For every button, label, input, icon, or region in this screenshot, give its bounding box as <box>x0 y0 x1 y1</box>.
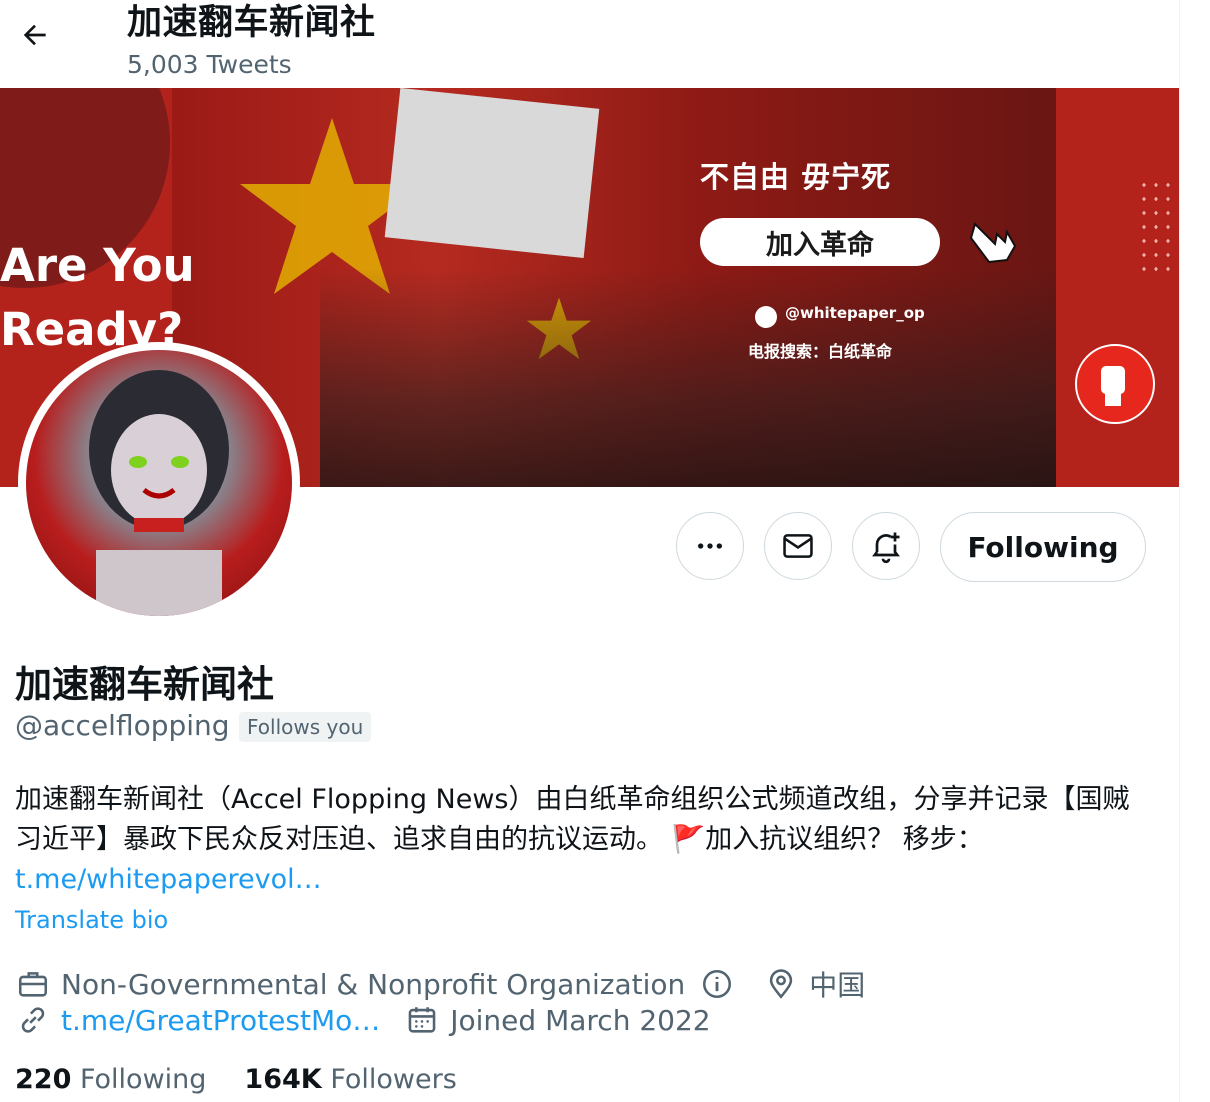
calendar-icon <box>404 1002 440 1038</box>
location-pin-icon <box>763 966 799 1002</box>
link-icon <box>15 1002 51 1038</box>
profile-name: 加速翻车新闻社 <box>15 663 274 706</box>
briefcase-icon <box>15 966 51 1002</box>
envelope-icon <box>783 534 813 558</box>
more-button[interactable] <box>676 512 744 580</box>
banner-headline-line1: Are You <box>0 239 195 292</box>
bio-text: 加速翻车新闻社（Accel Flopping News）由白纸革命组织公式频道改… <box>15 784 1130 855</box>
column-divider <box>1179 0 1180 1102</box>
info-icon[interactable] <box>699 966 735 1002</box>
banner-dots-decoration <box>1138 178 1178 278</box>
profile-bio: 加速翻车新闻社（Accel Flopping News）由白纸革命组织公式频道改… <box>15 780 1155 900</box>
more-dots-icon <box>698 543 722 549</box>
message-button[interactable] <box>764 512 832 580</box>
follows-you-badge: Follows you <box>239 712 372 742</box>
following-count: 220 <box>15 1064 72 1095</box>
following-label: Following <box>79 1064 207 1095</box>
followers-stat[interactable]: 164K Followers <box>244 1064 456 1095</box>
bell-plus-icon <box>872 532 900 564</box>
profile-location: 中国 <box>809 969 866 1002</box>
profile-website[interactable]: t.me/GreatProtestMo… <box>61 1004 380 1037</box>
following-stat[interactable]: 220 Following <box>15 1064 206 1095</box>
profile-meta-row-1: Non-Governmental & Nonprofit Organizatio… <box>15 964 865 1004</box>
banner-telegram: 电报搜索：白纸革命 <box>748 342 893 361</box>
profile-joined: Joined March 2022 <box>450 1003 711 1037</box>
profile-avatar[interactable] <box>18 342 300 624</box>
header-title: 加速翻车新闻社 <box>127 3 376 43</box>
following-button[interactable]: Following <box>940 512 1146 582</box>
profile-header: 加速翻车新闻社 5,003 Tweets <box>0 0 1179 88</box>
profile-handle: @accelflopping <box>15 709 230 742</box>
pointing-hand-icon <box>969 222 1017 264</box>
banner-slogan: 不自由 毋宁死 <box>700 160 892 194</box>
blank-paper-image <box>384 88 600 259</box>
profile-stats: 220 Following 164K Followers <box>15 1064 495 1095</box>
banner-twitter-handle: @whitepaper_op <box>785 304 925 322</box>
fist-logo-icon <box>1075 344 1155 424</box>
back-button[interactable] <box>14 14 56 56</box>
banner-crowd <box>320 268 1056 487</box>
avatar-image <box>26 350 292 616</box>
followers-label: Followers <box>330 1064 457 1095</box>
notifications-button[interactable] <box>852 512 920 580</box>
twitter-bird-icon <box>755 306 777 328</box>
translate-bio-link[interactable]: Translate bio <box>15 906 168 934</box>
banner-join-badge: 加入革命 <box>700 218 940 266</box>
profile-meta-row-2: t.me/GreatProtestMo… Joined March 2022 <box>15 1002 711 1038</box>
tweet-count: 5,003 Tweets <box>127 50 292 79</box>
profile-category: Non-Governmental & Nonprofit Organizatio… <box>61 967 686 1001</box>
bio-link[interactable]: t.me/whitepaperevol… <box>15 864 322 895</box>
followers-count: 164K <box>244 1064 322 1095</box>
arrow-left-icon <box>23 24 46 46</box>
